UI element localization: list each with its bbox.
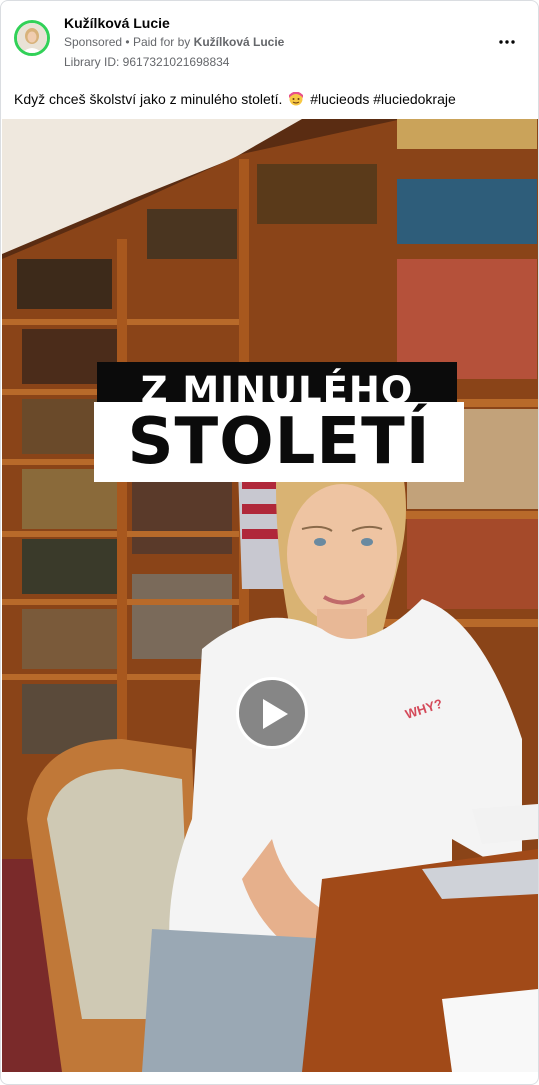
post-header: Kužílková Lucie Sponsored • Paid for by … (1, 1, 538, 119)
play-icon (263, 699, 288, 729)
video-title-line-2: STOLETÍ (94, 402, 464, 482)
video-thumbnail: WHY? (2, 119, 538, 1072)
face-emoji-icon (289, 92, 304, 106)
paid-for-by-label: Paid for by (132, 35, 191, 49)
video-player[interactable]: WHY? Z MINULÉHO STOLETÍ (2, 119, 538, 1072)
caption-text: Když chceš školství jako z minulého stol… (14, 91, 283, 107)
play-button[interactable] (236, 677, 308, 749)
avatar[interactable] (14, 20, 50, 56)
avatar-image (17, 23, 47, 53)
paid-for-by-name: Kužílková Lucie (193, 35, 285, 49)
sponsored-line: Sponsored • Paid for by Kužílková Lucie (64, 35, 284, 49)
post-caption: Když chceš školství jako z minulého stol… (14, 91, 456, 107)
more-options-icon (499, 40, 515, 44)
sponsored-label: Sponsored (64, 35, 123, 49)
ad-post-card: Kužílková Lucie Sponsored • Paid for by … (0, 0, 539, 1085)
library-id: Library ID: 9617321021698834 (64, 55, 230, 69)
more-options-button[interactable] (494, 29, 520, 55)
caption-hashtags[interactable]: #lucieods #luciedokraje (310, 91, 456, 107)
separator-dot: • (125, 35, 130, 49)
page-name[interactable]: Kužílková Lucie (64, 15, 170, 31)
